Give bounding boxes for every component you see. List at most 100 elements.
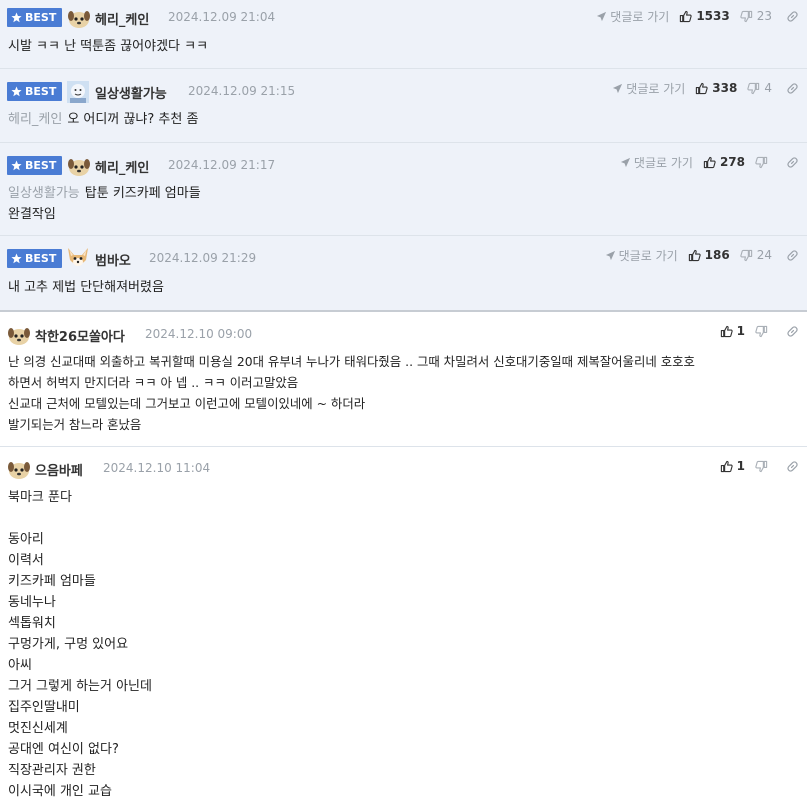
comment-text-line: 키즈카페 엄마들	[8, 574, 96, 589]
go-to-reply-link[interactable]: 댓글로 가기	[605, 247, 678, 264]
like-button[interactable]: 1	[720, 459, 745, 473]
star-icon	[11, 12, 22, 23]
comment-text-line: 신교대 근처에 모텔있는데 그거보고 이런고에 모텔이있네에 ~ 하더라	[8, 396, 366, 411]
reply-link-label: 댓글로 가기	[610, 9, 670, 24]
comment-text-line: 시발 ㅋㅋ 난 떡툰좀 끊어야겠다 ㅋㅋ	[8, 39, 209, 54]
best-badge: BEST	[7, 156, 63, 175]
like-button[interactable]: 338	[695, 81, 737, 95]
dislike-button[interactable]: 4	[747, 81, 772, 95]
dislike-button[interactable]	[755, 460, 772, 473]
best-label: BEST	[25, 11, 57, 24]
nickname[interactable]: 으음바페	[35, 460, 83, 479]
reply-link-label: 댓글로 가기	[618, 248, 678, 263]
dislike-count: 23	[756, 9, 772, 23]
send-arrow-icon	[613, 83, 623, 93]
nickname[interactable]: 헤리_케인	[95, 9, 149, 28]
dislike-button[interactable]	[755, 156, 772, 169]
link-icon	[787, 156, 798, 168]
like-button[interactable]: 186	[688, 248, 730, 262]
comment-text: 오 어디꺼 끊냐? 추천 좀	[67, 112, 199, 127]
comment-text-line: 구멍가게, 구멍 있어요	[8, 637, 129, 652]
thumbs-up-icon	[680, 10, 692, 22]
dog-avatar[interactable]	[67, 6, 91, 30]
best-badge: BEST	[7, 82, 63, 101]
dog-avatar[interactable]	[7, 457, 31, 481]
comment-text-line: 공대엔 여신이 없다?	[8, 742, 119, 757]
comment: BEST 일상생활가능 2024.12.09 21:15 댓글로 가기 338	[0, 69, 807, 143]
nickname[interactable]: 일상생활가능	[95, 83, 167, 102]
nickname[interactable]: 헤리_케인	[95, 157, 149, 176]
like-count: 1	[736, 459, 745, 473]
share-button[interactable]	[786, 249, 799, 262]
comment-header: BEST 범바오 2024.12.09 21:29 댓글로 가기 186 24	[0, 236, 807, 269]
comment-text-line: 멋진신세계	[8, 721, 68, 736]
send-arrow-icon	[597, 11, 607, 21]
link-icon	[787, 82, 798, 94]
dislike-count: 24	[756, 248, 772, 262]
thumbs-down-icon	[755, 460, 768, 472]
comment-text-line: 그거 그렇게 하는거 아닌데	[8, 679, 152, 694]
thumbs-down-icon	[755, 325, 768, 337]
comment-actions: 댓글로 가기 186 24	[605, 247, 799, 263]
nickname[interactable]: 착한26모쏠아다	[35, 326, 125, 345]
share-button[interactable]	[786, 156, 799, 169]
comment-actions: 1	[720, 323, 799, 339]
comment-text-line: 일상생활가능 탑툰 키즈카페 엄마들	[8, 183, 807, 204]
reply-link-label: 댓글로 가기	[626, 81, 686, 96]
link-icon	[787, 10, 798, 22]
comment-header: BEST 헤리_케인 2024.12.09 21:17 댓글로 가기 278	[0, 143, 807, 176]
thumbs-down-icon	[755, 156, 768, 168]
like-button[interactable]: 278	[703, 155, 745, 169]
dog-avatar[interactable]	[7, 323, 31, 347]
thumbs-up-icon	[720, 460, 733, 472]
share-button[interactable]	[786, 82, 799, 95]
dislike-button[interactable]	[755, 325, 772, 338]
comment-text-line: 집주인딸내미	[8, 700, 80, 715]
comment-text: 탑툰 키즈카페 엄마들	[84, 186, 201, 201]
comment-date: 2024.12.09 21:17	[168, 158, 276, 172]
like-count: 1533	[696, 9, 730, 23]
comment: 착한26모쏠아다 2024.12.10 09:00 1 난 의경 신교대때 외출…	[0, 312, 807, 447]
share-button[interactable]	[786, 10, 799, 23]
star-icon	[11, 86, 22, 97]
comment: 으음바페 2024.12.10 11:04 1 북마크 푼다 동아리 이력서 키…	[0, 447, 807, 809]
face-avatar[interactable]	[66, 80, 90, 104]
comment-actions: 댓글로 가기 278	[620, 154, 799, 170]
reply-link-label: 댓글로 가기	[633, 155, 693, 170]
best-badge: BEST	[7, 8, 63, 27]
comment-text-line: 이시국에 개인 교습	[8, 784, 112, 799]
go-to-reply-link[interactable]: 댓글로 가기	[612, 80, 685, 97]
fox-avatar[interactable]	[66, 246, 90, 270]
thumbs-down-icon	[740, 10, 752, 22]
like-button[interactable]: 1533	[679, 9, 730, 23]
dislike-button[interactable]: 23	[740, 9, 772, 23]
share-button[interactable]	[786, 460, 799, 473]
go-to-reply-link[interactable]: 댓글로 가기	[596, 8, 669, 25]
thumbs-down-icon	[747, 82, 760, 94]
comment-date: 2024.12.10 09:00	[145, 327, 253, 341]
reply-mention[interactable]: 일상생활가능	[8, 186, 80, 201]
like-button[interactable]: 1	[720, 324, 745, 338]
reply-mention[interactable]: 헤리_케인	[8, 112, 62, 127]
link-icon	[787, 325, 798, 337]
thumbs-down-icon	[740, 249, 752, 261]
comment-list: BEST 헤리_케인 2024.12.09 21:04 댓글로 가기 1533	[0, 0, 807, 809]
comment-text-line: 직장관리자 권한	[8, 763, 96, 778]
comment-text-line: 완결작임	[8, 207, 56, 222]
dog-avatar[interactable]	[67, 154, 91, 178]
like-count: 186	[704, 248, 730, 262]
nickname[interactable]: 범바오	[95, 250, 131, 269]
comment-text-line: 아씨	[8, 658, 32, 673]
dislike-button[interactable]: 24	[740, 248, 772, 262]
thumbs-up-icon	[720, 325, 733, 337]
best-label: BEST	[25, 85, 57, 98]
comment: BEST 범바오 2024.12.09 21:29 댓글로 가기 186 24 …	[0, 236, 807, 312]
send-arrow-icon	[620, 157, 631, 167]
comment-date: 2024.12.09 21:04	[168, 10, 276, 24]
go-to-reply-link[interactable]: 댓글로 가기	[620, 154, 693, 171]
comment-header: 착한26모쏠아다 2024.12.10 09:00 1	[0, 312, 807, 345]
like-count: 338	[712, 81, 738, 95]
comment-header: 으음바페 2024.12.10 11:04 1	[0, 447, 807, 479]
thumbs-up-icon	[688, 249, 701, 261]
share-button[interactable]	[786, 325, 799, 338]
